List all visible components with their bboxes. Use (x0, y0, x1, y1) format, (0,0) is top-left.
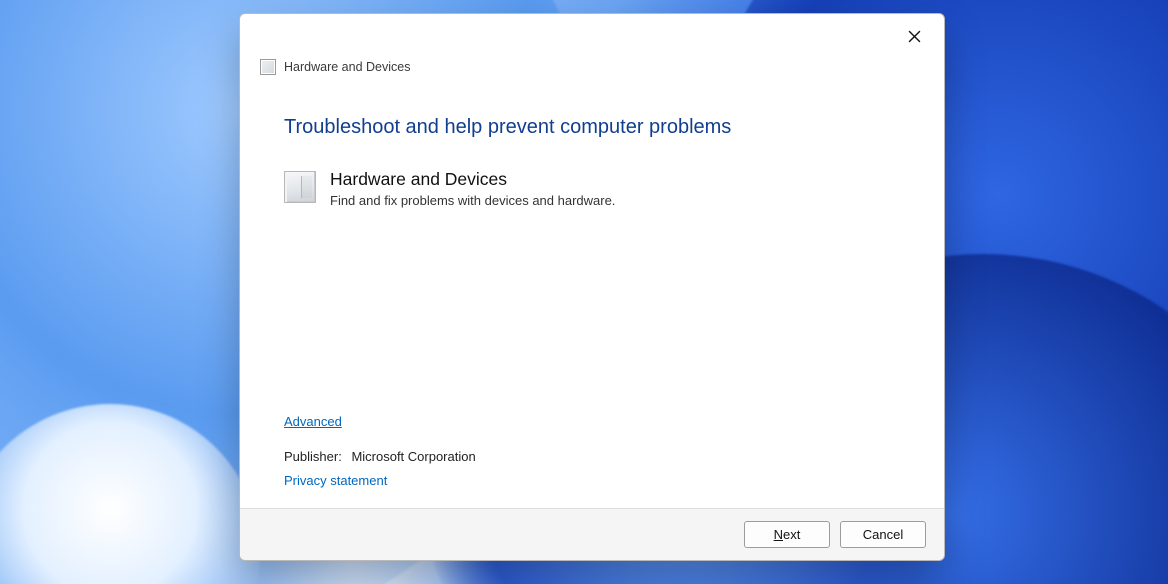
window-title: Hardware and Devices (284, 60, 410, 74)
hardware-icon (284, 171, 316, 203)
privacy-statement-link[interactable]: Privacy statement (284, 473, 387, 488)
troubleshooter-dialog: Hardware and Devices Troubleshoot and he… (239, 13, 945, 561)
item-description: Find and fix problems with devices and h… (330, 193, 615, 208)
bg-petal (0, 404, 260, 584)
item-text: Hardware and Devices Find and fix proble… (330, 169, 615, 208)
page-heading: Troubleshoot and help prevent computer p… (284, 116, 900, 139)
close-button[interactable] (902, 24, 926, 48)
close-icon (908, 30, 921, 43)
cancel-button[interactable]: Cancel (840, 521, 926, 548)
dialog-content: Troubleshoot and help prevent computer p… (240, 78, 944, 508)
publisher-label: Publisher: (284, 449, 342, 464)
dialog-footer: Next Cancel (240, 508, 944, 560)
advanced-link[interactable]: Advanced (284, 414, 342, 429)
next-button-rest: ext (783, 527, 800, 542)
window-header: Hardware and Devices (240, 50, 944, 78)
lower-links: Advanced Publisher: Microsoft Corporatio… (284, 413, 476, 490)
publisher-value: Microsoft Corporation (351, 449, 475, 464)
next-button[interactable]: Next (744, 521, 830, 548)
titlebar (240, 14, 944, 50)
next-button-hotkey: N (774, 527, 783, 542)
item-title: Hardware and Devices (330, 169, 615, 190)
desktop-background: Hardware and Devices Troubleshoot and he… (0, 0, 1168, 584)
troubleshooter-item: Hardware and Devices Find and fix proble… (284, 169, 900, 208)
publisher-row: Publisher: Microsoft Corporation (284, 449, 476, 464)
troubleshooter-icon (260, 59, 276, 75)
